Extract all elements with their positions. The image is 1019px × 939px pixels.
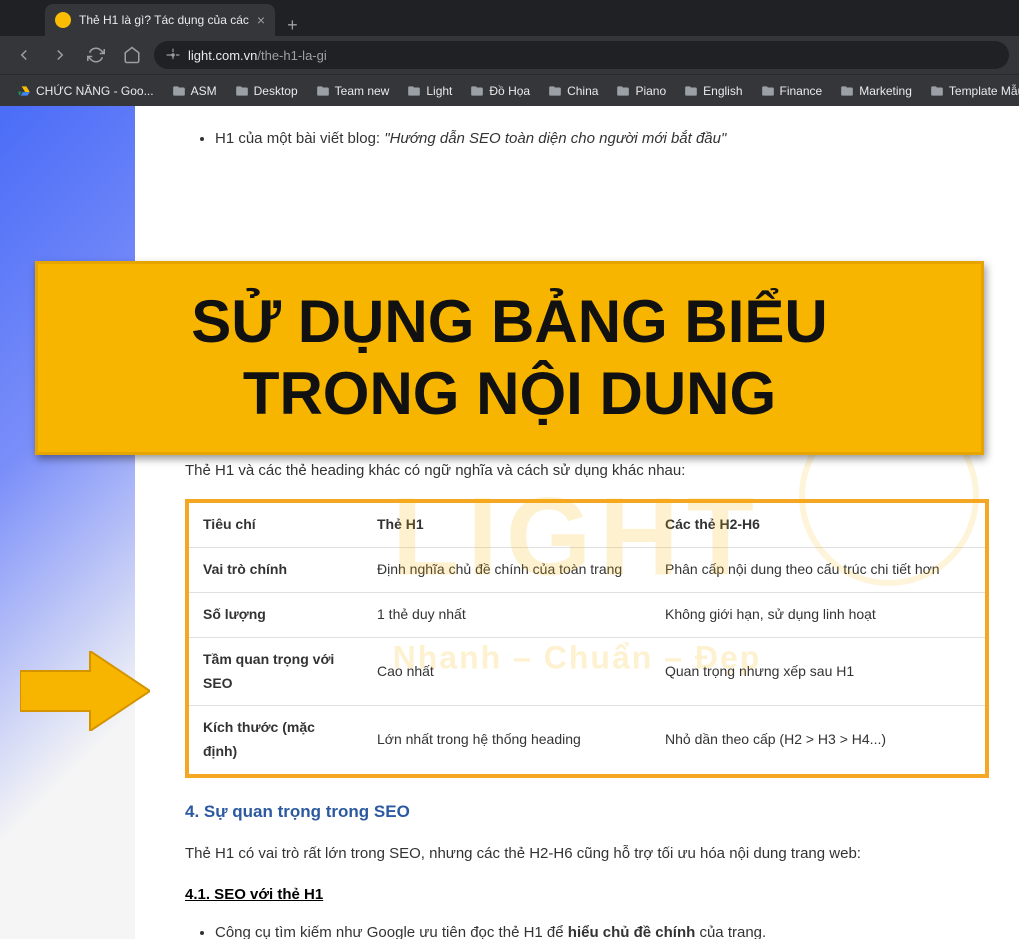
folder-icon (548, 84, 562, 98)
bookmark-item[interactable]: Marketing (833, 80, 919, 102)
folder-icon (407, 84, 421, 98)
comparison-table: Tiêu chíThẻ H1Các thẻ H2-H6 Vai trò chín… (185, 499, 989, 778)
tab-favicon-icon (55, 12, 71, 28)
bookmark-item[interactable]: Finance (754, 80, 830, 102)
table-cell: Số lượng (187, 592, 363, 637)
banner-line-2: TRONG NỘI DUNG (58, 358, 961, 430)
tab-title: Thẻ H1 là gì? Tác dụng của các (79, 13, 249, 27)
home-button[interactable] (118, 41, 146, 69)
table-cell: Tầm quan trọng với SEO (187, 637, 363, 706)
table-row: Tầm quan trọng với SEOCao nhấtQuan trọng… (187, 637, 987, 706)
bookmark-label: China (567, 84, 598, 98)
bookmark-item[interactable]: CHỨC NĂNG - Goo... (10, 80, 161, 102)
bookmark-label: Team new (335, 84, 390, 98)
folder-icon (235, 84, 249, 98)
bookmark-label: Marketing (859, 84, 912, 98)
page-viewport: H1 của một bài viết blog: "Hướng dẫn SEO… (0, 106, 1019, 939)
table-cell: Không giới hạn, sử dụng linh hoạt (651, 592, 987, 637)
table-row: Số lượng1 thẻ duy nhấtKhông giới hạn, sử… (187, 592, 987, 637)
close-icon[interactable]: × (257, 12, 265, 28)
bookmark-item[interactable]: English (677, 80, 749, 102)
table-row: Kích thước (mặc định)Lớn nhất trong hệ t… (187, 706, 987, 776)
overlay-banner: SỬ DỤNG BẢNG BIỂU TRONG NỘI DUNG (35, 261, 984, 455)
table-header: Tiêu chí (187, 501, 363, 547)
bookmark-item[interactable]: Template Mẫu (923, 80, 1019, 102)
bookmark-item[interactable]: Đồ Họa (463, 80, 537, 102)
article-content: H1 của một bài viết blog: "Hướng dẫn SEO… (135, 106, 1019, 939)
table-header: Thẻ H1 (363, 501, 651, 547)
folder-icon (470, 84, 484, 98)
bookmarks-bar: CHỨC NĂNG - Goo... ASM Desktop Team new Ligh… (0, 74, 1019, 106)
address-bar: light.com.vn/the-h1-la-gi (0, 36, 1019, 74)
list-item: H1 của một bài viết blog: "Hướng dẫn SEO… (215, 126, 989, 152)
table-cell: Nhỏ dần theo cấp (H2 > H3 > H4...) (651, 706, 987, 776)
bookmark-label: Desktop (254, 84, 298, 98)
forward-button[interactable] (46, 41, 74, 69)
arrow-icon (20, 651, 150, 736)
bookmark-label: Đồ Họa (489, 84, 530, 98)
bookmark-item[interactable]: Light (400, 80, 459, 102)
drive-icon (17, 84, 31, 98)
bookmark-label: Light (426, 84, 452, 98)
table-header: Các thẻ H2-H6 (651, 501, 987, 547)
bookmark-label: Piano (635, 84, 666, 98)
body-paragraph: Thẻ H1 có vai trò rất lớn trong SEO, như… (185, 841, 989, 867)
site-settings-icon (166, 48, 180, 62)
folder-icon (616, 84, 630, 98)
bookmark-label: Template Mẫu (949, 84, 1019, 98)
folder-icon (684, 84, 698, 98)
bookmark-item[interactable]: ASM (165, 80, 224, 102)
bookmark-label: CHỨC NĂNG - Goo... (36, 84, 154, 98)
url-input[interactable]: light.com.vn/the-h1-la-gi (154, 41, 1009, 69)
folder-icon (761, 84, 775, 98)
folder-icon (316, 84, 330, 98)
body-paragraph: Thẻ H1 và các thẻ heading khác có ngữ ng… (185, 458, 989, 484)
bookmark-label: Finance (780, 84, 823, 98)
bookmark-item[interactable]: Desktop (228, 80, 305, 102)
bookmark-label: ASM (191, 84, 217, 98)
section-subheading: 4.1. SEO với thẻ H1 (185, 882, 989, 908)
folder-icon (930, 84, 944, 98)
bookmark-item[interactable]: Team new (309, 80, 397, 102)
section-heading-4: 4. Sự quan trọng trong SEO (185, 798, 989, 827)
bookmark-item[interactable]: Piano (609, 80, 673, 102)
table-cell: Kích thước (mặc định) (187, 706, 363, 776)
back-button[interactable] (10, 41, 38, 69)
list-item: Công cụ tìm kiếm như Google ưu tiên đọc … (215, 920, 989, 939)
folder-icon (172, 84, 186, 98)
table-cell: Vai trò chính (187, 548, 363, 593)
table-cell: Phân cấp nội dung theo cấu trúc chi tiết… (651, 548, 987, 593)
browser-tab-bar: Thẻ H1 là gì? Tác dụng của các × + (0, 0, 1019, 36)
table-row: Vai trò chínhĐịnh nghĩa chủ đề chính của… (187, 548, 987, 593)
reload-button[interactable] (82, 41, 110, 69)
banner-line-1: SỬ DỤNG BẢNG BIỂU (58, 286, 961, 358)
bookmark-label: English (703, 84, 742, 98)
table-cell: 1 thẻ duy nhất (363, 592, 651, 637)
table-cell: Quan trọng nhưng xếp sau H1 (651, 637, 987, 706)
new-tab-button[interactable]: + (275, 15, 310, 36)
table-cell: Định nghĩa chủ đề chính của toàn trang (363, 548, 651, 593)
table-cell: Lớn nhất trong hệ thống heading (363, 706, 651, 776)
bookmark-item[interactable]: China (541, 80, 605, 102)
url-domain: light.com.vn/the-h1-la-gi (188, 48, 327, 63)
table-cell: Cao nhất (363, 637, 651, 706)
folder-icon (840, 84, 854, 98)
browser-tab[interactable]: Thẻ H1 là gì? Tác dụng của các × (45, 4, 275, 36)
